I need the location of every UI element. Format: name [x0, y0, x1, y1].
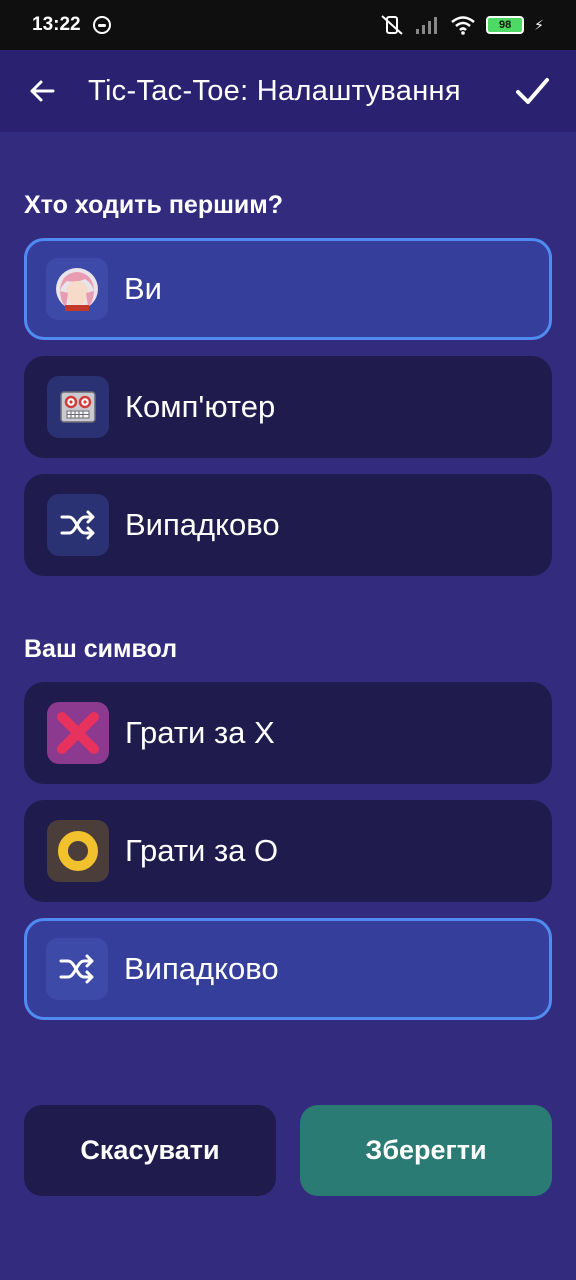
robot-icon [47, 376, 109, 438]
symbol-option-o[interactable]: Грати за O [24, 800, 552, 902]
first-move-option-you[interactable]: Ви [24, 238, 552, 340]
status-icons: 98 ⚡ [380, 14, 544, 36]
page-title: Tic-Tac-Toe: Налаштування [88, 74, 461, 107]
status-time: 13:22 [32, 14, 81, 35]
app-bar: Tic-Tac-Toe: Налаштування [0, 50, 576, 132]
status-bar: 13:22 98 ⚡ [0, 0, 576, 50]
shuffle-icon [46, 938, 108, 1000]
battery-icon: 98 [486, 16, 525, 34]
first-move-heading: Хто ходить першим? [24, 191, 284, 219]
avatar-icon [46, 258, 108, 320]
check-icon [516, 78, 549, 104]
option-label: Грати за O [125, 833, 279, 868]
charging-icon: ⚡ [534, 16, 544, 33]
notification-icon [92, 16, 111, 34]
back-button[interactable] [24, 73, 60, 109]
option-label: Грати за X [125, 715, 275, 750]
option-label: Ви [124, 271, 162, 306]
shuffle-icon [47, 494, 109, 556]
first-move-option-computer[interactable]: Комп'ютер [24, 356, 552, 458]
confirm-button[interactable] [512, 71, 552, 111]
wifi-icon [451, 16, 475, 35]
option-label: Комп'ютер [125, 389, 276, 424]
save-button[interactable]: Зберегти [300, 1105, 552, 1196]
cancel-button[interactable]: Скасувати [24, 1105, 276, 1196]
symbol-heading: Ваш символ [24, 635, 178, 663]
x-mark-icon [47, 702, 109, 764]
signal-icon [416, 17, 438, 34]
first-move-option-random[interactable]: Випадково [24, 474, 552, 576]
o-mark-icon [47, 820, 109, 882]
option-label: Випадково [125, 507, 280, 542]
symbol-option-random[interactable]: Випадково [24, 918, 552, 1020]
option-label: Випадково [124, 951, 279, 986]
symbol-option-x[interactable]: Грати за X [24, 682, 552, 784]
arrow-left-icon [30, 80, 55, 102]
vibrate-off-icon [381, 15, 403, 35]
